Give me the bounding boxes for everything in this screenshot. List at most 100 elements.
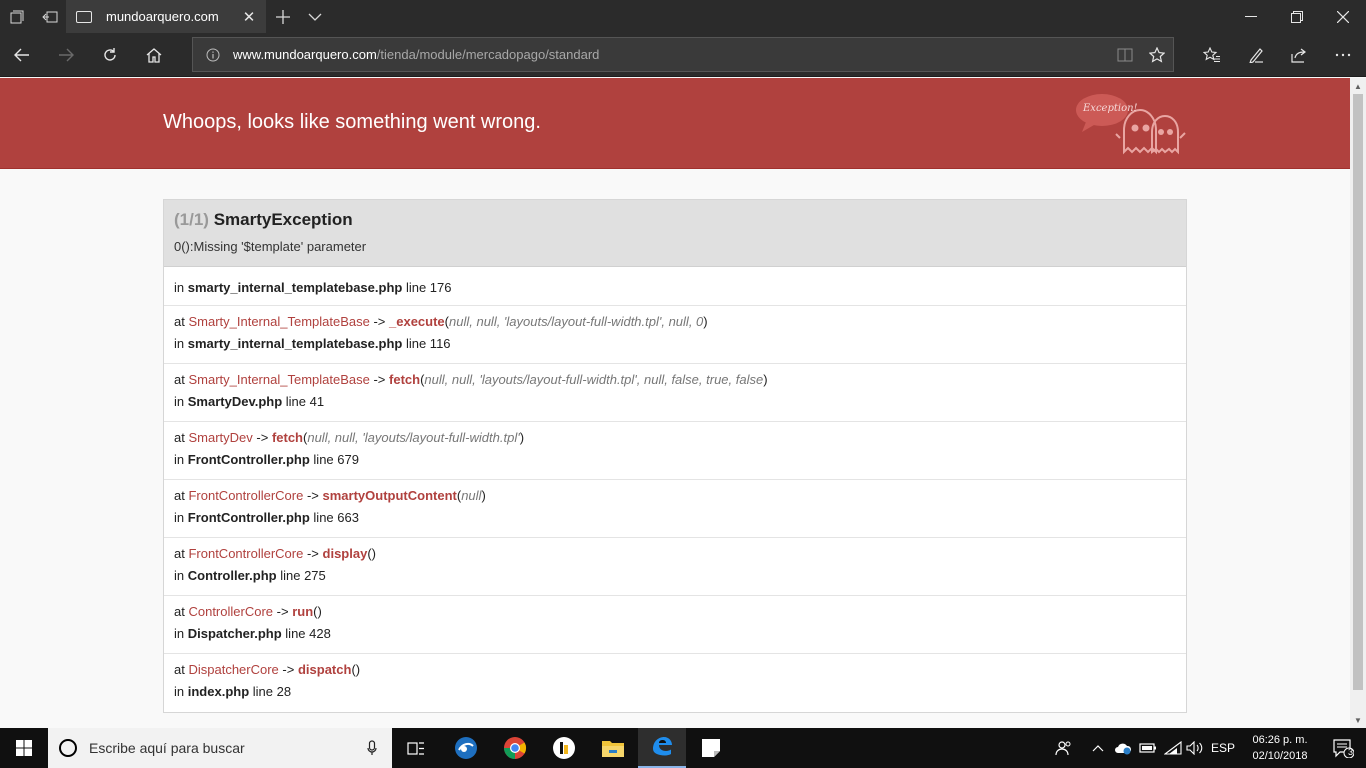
- trace-line: line 428: [285, 626, 331, 641]
- new-tab-icon[interactable]: [266, 0, 299, 33]
- trace-file: smarty_internal_templatebase.php: [187, 280, 403, 295]
- trace-class: Smarty_Internal_TemplateBase: [188, 314, 370, 329]
- volume-icon[interactable]: [1184, 728, 1206, 768]
- exception-ghost-logo: Exception!: [1072, 90, 1192, 160]
- trace-line: line 176: [405, 280, 452, 295]
- file-explorer-icon[interactable]: [589, 728, 637, 768]
- sticky-notes-icon[interactable]: [687, 728, 735, 768]
- exception-header: (1/1) SmartyException 0():Missing '$temp…: [164, 200, 1186, 267]
- trace-row: at Smarty_Internal_TemplateBase -> fetch…: [164, 364, 1186, 422]
- trace-class: Smarty_Internal_TemplateBase: [188, 372, 370, 387]
- taskbar-clock[interactable]: 06:26 p. m. 02/10/2018: [1240, 732, 1320, 764]
- cortana-icon: [59, 739, 77, 757]
- url-text[interactable]: www.mundoarquero.com/tienda/module/merca…: [233, 47, 1109, 62]
- trace-method: fetch: [271, 430, 303, 445]
- battery-icon[interactable]: [1137, 728, 1159, 768]
- trace-call: at Smarty_Internal_TemplateBase -> _exec…: [174, 314, 1176, 329]
- scroll-thumb[interactable]: [1353, 94, 1363, 690]
- trace-arrow: ->: [373, 314, 386, 329]
- trace-location: in FrontController.php line 679: [174, 452, 1176, 467]
- tab-preview-icon[interactable]: [0, 0, 33, 33]
- page-favicon-icon: [76, 10, 92, 23]
- chrome-app-icon[interactable]: [491, 728, 539, 768]
- trace-location: in index.php line 28: [174, 684, 1176, 699]
- in-label: in: [174, 626, 185, 641]
- show-hidden-icons-chevron-icon[interactable]: [1088, 728, 1108, 768]
- trace-method: run: [292, 604, 314, 619]
- edge-app-icon[interactable]: [638, 728, 686, 768]
- task-view-icon[interactable]: [392, 728, 440, 768]
- trace-call: at FrontControllerCore -> display(): [174, 546, 1176, 561]
- favorite-star-icon[interactable]: [1141, 38, 1173, 71]
- microphone-icon[interactable]: [352, 740, 392, 756]
- at-label: at: [174, 662, 185, 677]
- pinned-app-icon[interactable]: [540, 728, 588, 768]
- logo-speech-text: Exception!: [1083, 103, 1138, 114]
- clock-date: 02/10/2018: [1252, 750, 1308, 762]
- trace-row: at FrontControllerCore -> smartyOutputCo…: [164, 480, 1186, 538]
- close-window-button[interactable]: [1320, 0, 1366, 33]
- web-note-pen-icon[interactable]: [1239, 38, 1273, 72]
- trace-row: at DispatcherCore -> dispatch() in index.…: [164, 654, 1186, 712]
- trace-file: SmartyDev.php: [187, 394, 283, 409]
- trace-class: DispatcherCore: [188, 662, 279, 677]
- forward-button[interactable]: [49, 38, 83, 72]
- restore-button[interactable]: [1274, 0, 1320, 33]
- at-label: at: [174, 430, 185, 445]
- scroll-up-arrow-icon[interactable]: ▲: [1350, 78, 1366, 94]
- trace-paren-close: ): [763, 372, 768, 387]
- taskbar-search-box[interactable]: Escribe aquí para buscar: [48, 728, 392, 768]
- more-options-icon[interactable]: [1326, 38, 1360, 72]
- back-button[interactable]: [5, 38, 39, 72]
- trace-call: at ControllerCore -> run(): [174, 604, 1176, 619]
- trace-line: line 116: [405, 336, 451, 351]
- page-title: Whoops, looks like something went wrong.: [163, 111, 541, 133]
- onedrive-sync-icon[interactable]: [1112, 728, 1134, 768]
- minimize-button[interactable]: [1228, 0, 1274, 33]
- refresh-button[interactable]: [93, 38, 127, 72]
- set-aside-tabs-icon[interactable]: [33, 0, 66, 33]
- tab-title: mundoarquero.com: [106, 9, 219, 24]
- action-center-icon[interactable]: 3: [1320, 728, 1366, 768]
- browser-nav-bar: www.mundoarquero.com/tienda/module/merca…: [0, 33, 1366, 77]
- people-icon[interactable]: [1050, 728, 1078, 768]
- start-button[interactable]: [0, 728, 48, 768]
- exception-name: SmartyException: [213, 210, 353, 229]
- trace-file: index.php: [187, 684, 250, 699]
- trace-file: Dispatcher.php: [187, 626, 282, 641]
- outlook-app-icon[interactable]: [442, 728, 490, 768]
- trace-call: at Smarty_Internal_TemplateBase -> fetch…: [174, 372, 1176, 387]
- tab-active[interactable]: mundoarquero.com ✕: [66, 0, 266, 33]
- favorites-hub-icon[interactable]: [1195, 38, 1229, 72]
- exception-count: (1/1): [174, 210, 209, 229]
- home-button[interactable]: [137, 38, 171, 72]
- trace-paren-close: ): [703, 314, 708, 329]
- tab-close-icon[interactable]: ✕: [238, 6, 260, 28]
- trace-location: in Controller.php line 275: [174, 568, 1176, 583]
- trace-row: at ControllerCore -> run() in Dispatcher.…: [164, 596, 1186, 654]
- trace-call: at FrontControllerCore -> smartyOutputCo…: [174, 488, 1176, 503]
- at-label: at: [174, 546, 185, 561]
- exception-title: (1/1) SmartyException: [174, 210, 1176, 230]
- trace-line: line 275: [280, 568, 326, 583]
- trace-row: at SmartyDev -> fetch(null, null, 'layou…: [164, 422, 1186, 480]
- trace-paren-close: ): [317, 604, 322, 619]
- reading-view-icon[interactable]: [1109, 38, 1141, 71]
- trace-method: fetch: [389, 372, 421, 387]
- input-language[interactable]: ESP: [1208, 728, 1238, 768]
- trace-call: at DispatcherCore -> dispatch(): [174, 662, 1176, 677]
- address-bar[interactable]: www.mundoarquero.com/tienda/module/merca…: [192, 37, 1174, 72]
- trace-line: line 679: [313, 452, 359, 467]
- trace-arrow: ->: [306, 546, 319, 561]
- tab-list-chevron-icon[interactable]: [298, 0, 331, 33]
- page-scrollbar[interactable]: ▲ ▼: [1350, 78, 1366, 728]
- site-info-icon[interactable]: [193, 48, 233, 62]
- share-icon[interactable]: [1282, 38, 1316, 72]
- scroll-down-arrow-icon[interactable]: ▼: [1350, 712, 1366, 728]
- trace-method: _execute: [389, 314, 445, 329]
- trace-location: in FrontController.php line 663: [174, 510, 1176, 525]
- browser-tab-bar: mundoarquero.com ✕: [0, 0, 1366, 33]
- in-label: in: [174, 336, 185, 351]
- wifi-icon[interactable]: [1162, 728, 1184, 768]
- trace-row: at FrontControllerCore -> display() in Co…: [164, 538, 1186, 596]
